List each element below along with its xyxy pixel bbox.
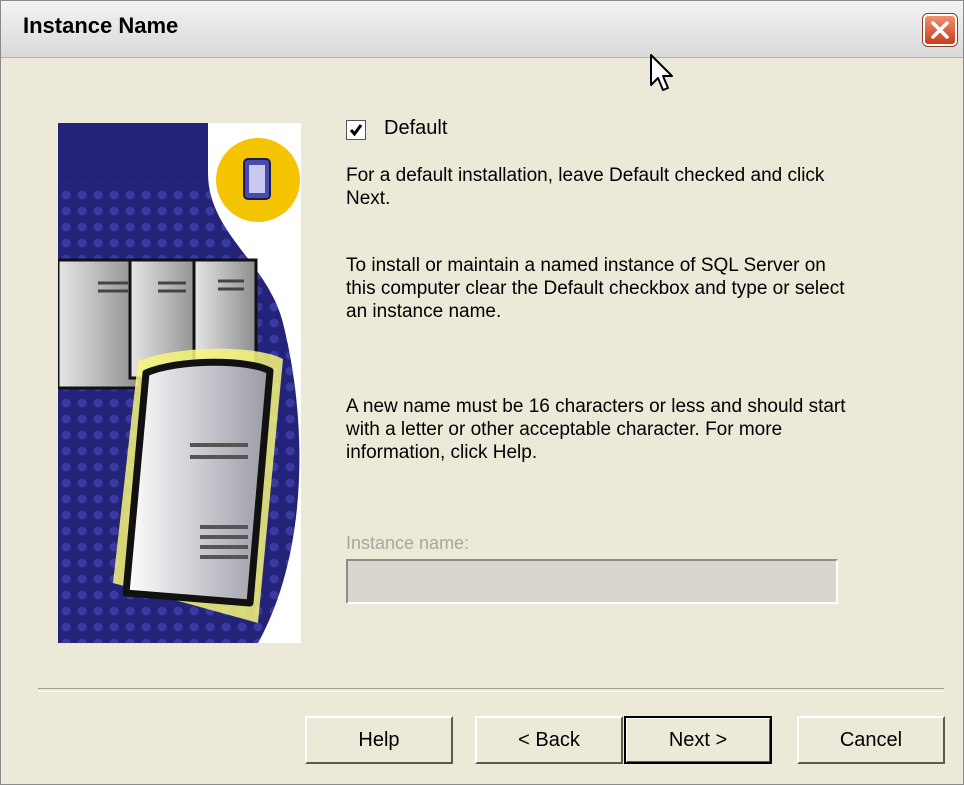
separator — [38, 688, 944, 692]
mouse-cursor-icon — [650, 54, 673, 91]
default-checkbox[interactable] — [346, 120, 366, 140]
title-bar[interactable]: Instance Name — [1, 1, 963, 58]
window-title: Instance Name — [23, 13, 179, 38]
close-button[interactable] — [923, 14, 957, 46]
checkmark-icon — [349, 124, 363, 137]
close-icon — [931, 21, 949, 39]
default-checkbox-label[interactable]: Default — [384, 117, 447, 140]
server-illustration — [58, 123, 301, 643]
help-button[interactable]: Help — [305, 716, 453, 764]
default-install-text: For a default installation, leave Defaul… — [346, 165, 825, 209]
instance-name-dialog: Instance Name Default For a default inst… — [0, 0, 964, 785]
naming-rules-text: A new name must be 16 characters or less… — [346, 396, 846, 463]
back-button[interactable]: < Back — [475, 716, 623, 764]
instance-name-combobox[interactable] — [346, 559, 838, 604]
instance-name-label: Instance name: — [346, 533, 470, 553]
named-instance-text: To install or maintain a named instance … — [346, 255, 845, 322]
next-button[interactable]: Next > — [624, 716, 772, 764]
cancel-button[interactable]: Cancel — [797, 716, 945, 764]
